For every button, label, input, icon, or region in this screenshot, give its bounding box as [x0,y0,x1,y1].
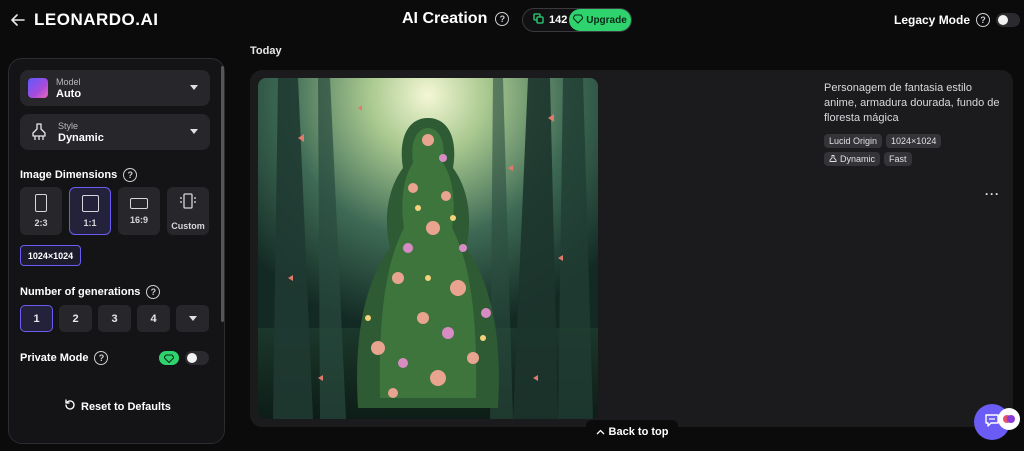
style-select[interactable]: Style Dynamic [20,114,210,150]
chevron-up-icon [596,426,605,438]
gem-icon [572,13,584,27]
legacy-mode: Legacy Mode ? [894,13,1021,27]
page-title-wrap: AI Creation ? [402,10,510,28]
model-thumbnail [28,78,48,98]
dimension-label: Custom [171,220,205,231]
brush-icon [28,121,50,143]
generated-image[interactable] [258,78,598,419]
chevron-down-icon [188,316,197,321]
dimension-2-3[interactable]: 2:3 [20,187,62,235]
dimension-1-1[interactable]: 1:1 [69,187,111,235]
model-select-value: Auto [56,87,82,100]
generations-heading: Number of generations ? [20,285,161,299]
back-to-top-label: Back to top [608,426,669,438]
portrait-ratio-icon [35,194,47,212]
token-icon [533,13,544,27]
style-tag-label: Dynamic [840,154,876,164]
generations-option-3[interactable]: 3 [98,305,131,332]
dimension-label: 2:3 [34,218,48,228]
help-icon[interactable]: ? [123,168,138,182]
generations-more-button[interactable] [176,305,209,332]
image-dimensions-heading: Image Dimensions ? [20,168,138,182]
landscape-ratio-icon [130,197,148,209]
token-balance[interactable]: 142 Upgrade [522,8,632,32]
custom-ratio-icon [179,192,197,215]
chevron-down-icon [190,85,198,90]
generation-settings-panel: Model Auto Style Dynamic Image Dimension… [8,58,225,444]
prompt-text: Personagem de fantasia estilo anime, arm… [824,82,1000,124]
reset-defaults-button[interactable]: Reset to Defaults [64,399,171,414]
private-mode-heading: Private Mode ? [20,351,109,365]
generations-option-1[interactable]: 1 [20,305,53,332]
image-dimensions-label: Image Dimensions [20,169,118,181]
style-select-label: Style [58,120,79,131]
generations-option-4[interactable]: 4 [137,305,170,332]
legacy-mode-toggle[interactable] [996,13,1021,27]
model-select[interactable]: Model Auto [20,70,210,106]
date-group-heading: Today [250,45,282,57]
private-mode-toggle[interactable] [185,351,209,365]
top-bar: LEONARDO.AI AI Creation ? 142 Upgrade Le… [0,0,1024,42]
more-options-icon[interactable]: ··· [985,187,1000,201]
upgrade-label: Upgrade [586,14,627,26]
reset-label: Reset to Defaults [81,400,171,413]
speed-tag[interactable]: Fast [884,152,912,166]
size-tag[interactable]: 1024×1024 [886,134,942,148]
dimension-16-9[interactable]: 16:9 [118,187,160,235]
generation-card: Personagem de fantasia estilo anime, arm… [250,70,1013,427]
model-tag[interactable]: Lucid Origin [824,134,883,148]
reset-icon [64,399,76,414]
help-icon[interactable]: ? [495,12,510,26]
legacy-help-icon[interactable]: ? [976,13,991,27]
help-icon[interactable]: ? [146,285,161,299]
generation-tags-row-1: Lucid Origin 1024×1024 [824,134,942,148]
sidebar-scrollbar[interactable] [221,66,224,322]
image-size-chip[interactable]: 1024×1024 [20,245,81,266]
chevron-down-icon [190,129,198,134]
dimension-custom[interactable]: Custom [167,187,209,235]
back-to-top-button[interactable]: Back to top [586,420,678,444]
legacy-mode-label: Legacy Mode [894,13,971,27]
square-ratio-icon [81,194,99,212]
back-arrow-icon[interactable] [10,12,26,28]
brush-icon [829,154,837,162]
help-icon[interactable]: ? [94,351,109,365]
page-title: AI Creation [402,10,488,27]
style-select-value: Dynamic [58,131,104,144]
generations-label: Number of generations [20,286,141,298]
generation-tags-row-2: Dynamic Fast [824,152,912,166]
generations-option-2[interactable]: 2 [59,305,92,332]
private-mode-label: Private Mode [20,352,89,364]
logo[interactable]: LEONARDO.AI [34,10,159,30]
model-select-label: Model [56,76,81,87]
token-count: 142 [549,14,568,26]
premium-gem-icon [159,351,179,365]
dimension-label: 1:1 [83,217,97,228]
assistant-brain-icon[interactable] [998,408,1020,430]
dimension-label: 16:9 [129,214,148,225]
upgrade-button[interactable]: Upgrade [569,9,631,31]
style-tag[interactable]: Dynamic [824,152,881,166]
